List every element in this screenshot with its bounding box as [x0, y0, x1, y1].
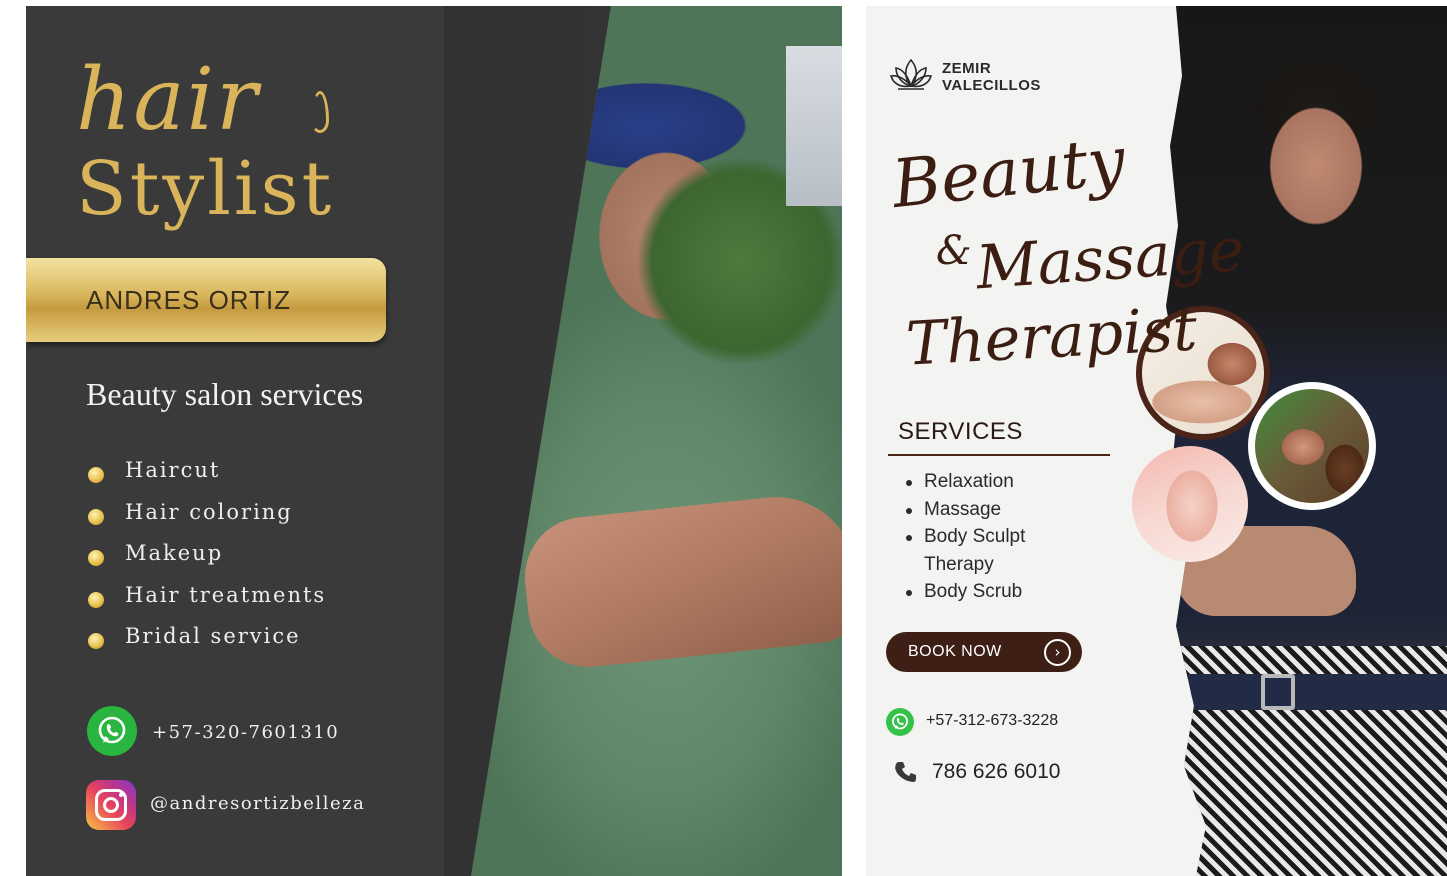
belt-buckle: [1261, 674, 1295, 710]
title-hair: hair: [76, 50, 260, 150]
lotus-icon: [890, 58, 932, 90]
script-ampersand: &: [936, 228, 972, 274]
services-subtitle: Beauty salon services: [86, 376, 364, 412]
book-now-button[interactable]: BOOK NOW ›: [886, 632, 1082, 672]
belt: [1186, 674, 1447, 710]
title-stylist: Stylist: [76, 146, 335, 232]
phone-number[interactable]: +57-320-7601310: [152, 722, 339, 743]
list-item: Body Scrub: [906, 578, 1076, 606]
services-heading: SERVICES: [898, 418, 1023, 445]
massage-therapist-flyer: ZEMIR VALECILLOS Beauty & Massage Therap…: [866, 6, 1447, 876]
bullet-icon: [88, 550, 104, 566]
stylist-name: ANDRES ORTIZ: [86, 285, 292, 315]
brand-name: ZEMIR VALECILLOS: [942, 60, 1041, 94]
list-item: Relaxation: [906, 468, 1076, 496]
script-beauty: Beauty: [888, 122, 1129, 223]
list-item: Bridal service: [88, 624, 326, 666]
bullet-icon: [88, 633, 104, 649]
bullet-icon: [906, 507, 912, 514]
whatsapp-number[interactable]: +57-312-673-3228: [926, 712, 1058, 730]
flame-icon: [311, 91, 329, 133]
bullet-icon: [88, 591, 104, 608]
bullet-icon: [906, 480, 912, 486]
services-list: Relaxation Massage Body Sculpt Therapy B…: [906, 468, 1076, 606]
instagram-handle[interactable]: @andresortizbelleza: [150, 793, 365, 814]
bullet-icon: [88, 508, 104, 525]
book-now-label: BOOK NOW: [908, 643, 1002, 660]
hair-stylist-flyer: hair Stylist ANDRES ORTIZ Beauty salon s…: [26, 6, 842, 876]
bullet-icon: [88, 467, 104, 483]
bullet-icon: [906, 590, 912, 596]
body-sculpt-photo: [1132, 446, 1248, 562]
chevron-right-icon: ›: [1044, 639, 1071, 666]
list-item: Hair treatments: [88, 583, 326, 625]
list-item: Body Sculpt Therapy: [906, 523, 1076, 578]
name-banner: ANDRES ORTIZ: [26, 258, 386, 342]
whatsapp-icon[interactable]: [87, 706, 137, 756]
list-item: Hair coloring: [88, 500, 326, 542]
instagram-icon[interactable]: [86, 780, 136, 830]
facial-treatment-photo: [1248, 382, 1376, 510]
phone-number[interactable]: 786 626 6010: [932, 760, 1060, 784]
crossed-arms: [519, 489, 842, 673]
divider: [888, 454, 1110, 456]
bullet-icon: [906, 535, 912, 541]
background-building: [786, 46, 842, 206]
whatsapp-icon[interactable]: [886, 708, 914, 736]
list-item: Massage: [906, 496, 1076, 524]
phone-icon: [895, 762, 916, 782]
services-list: Haircut Hair coloring Makeup Hair treatm…: [88, 458, 326, 666]
list-item: Haircut: [88, 458, 326, 500]
list-item: Makeup: [88, 541, 326, 583]
